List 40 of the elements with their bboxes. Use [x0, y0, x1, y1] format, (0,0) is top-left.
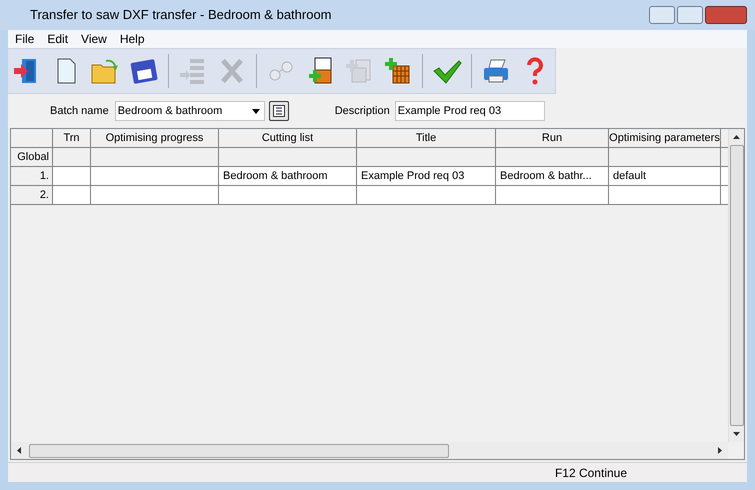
row-header[interactable]: Global	[11, 148, 53, 167]
column-header[interactable]: Cutting list	[219, 129, 357, 148]
table-cell	[53, 186, 91, 205]
row-header[interactable]: 1.	[11, 167, 53, 186]
table-cell: Example Prod req 03	[357, 167, 496, 186]
right-arrow-icon[interactable]	[718, 447, 722, 454]
up-arrow-icon[interactable]	[733, 135, 740, 139]
table-cell: Bedroom & bathroom	[219, 167, 357, 186]
window-title: Transfer to saw DXF transfer - Bedroom & bathroom	[30, 6, 332, 24]
column-header[interactable]: Trn	[53, 129, 91, 148]
status-text: F12 Continue	[554, 464, 627, 482]
caret-icon	[252, 108, 260, 114]
column-header[interactable]: Optimising progress	[91, 129, 219, 148]
table-cell: default	[609, 167, 721, 186]
column-header[interactable]: Optimising parameters	[609, 129, 721, 148]
menu-item[interactable]: Edit	[47, 30, 68, 48]
menu-item[interactable]: Help	[120, 30, 145, 48]
vertical-scrollbar[interactable]	[728, 129, 744, 442]
close-button[interactable]	[705, 6, 747, 24]
table-cell	[53, 148, 91, 167]
column-header[interactable]: Run	[496, 129, 609, 148]
batch-name-label: Batch name	[50, 104, 109, 119]
scroll-thumb[interactable]	[29, 444, 449, 458]
scroll-thumb[interactable]	[730, 145, 744, 426]
description-label: Description	[334, 104, 390, 119]
menu-item[interactable]: View	[81, 30, 107, 48]
minimize-button[interactable]	[649, 6, 675, 24]
column-header[interactable]: Title	[357, 129, 496, 148]
table-cell: Bedroom & bathr...	[496, 167, 609, 186]
list-icon	[272, 105, 285, 117]
down-arrow-icon[interactable]	[733, 432, 740, 436]
maximize-button[interactable]	[677, 6, 703, 24]
horizontal-scrollbar[interactable]	[11, 442, 728, 459]
menu-item[interactable]: File	[15, 30, 34, 48]
batch-name-dropdown[interactable]: Bedroom & bathroom	[114, 101, 265, 121]
row-header[interactable]: 2.	[11, 186, 53, 205]
list-button[interactable]	[268, 101, 289, 121]
table-cell	[53, 167, 91, 186]
left-arrow-icon[interactable]	[17, 447, 21, 454]
description-field[interactable]: Example Prod req 03	[394, 101, 545, 121]
